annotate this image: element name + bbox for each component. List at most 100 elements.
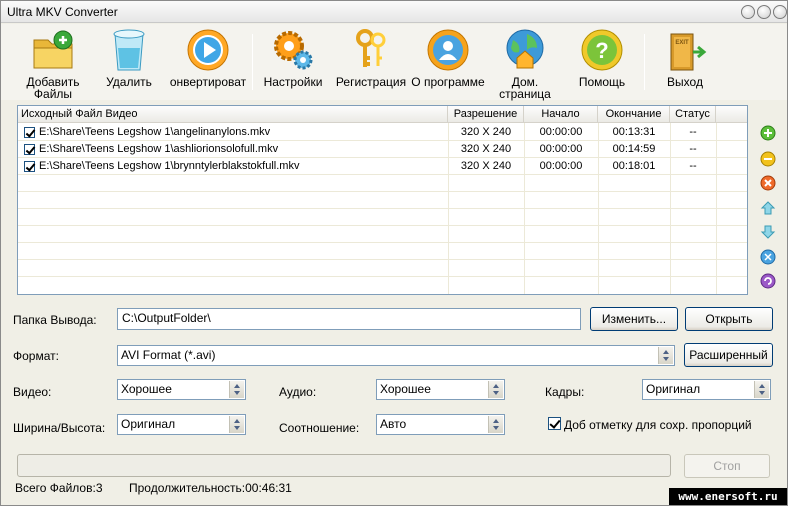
row-start: 00:00:00 [539,143,583,155]
delete-button[interactable]: Удалить [101,28,157,98]
row-resolution: 320 X 240 [460,143,512,155]
change-folder-button[interactable]: Изменить... [590,307,678,331]
exit-door-icon: EXIT [670,33,707,71]
row-end: 00:18:01 [612,160,656,172]
table-row[interactable]: E:\Share\Teens Legshow 1\brynntylerblaks… [18,158,747,175]
ratio-select[interactable]: Авто [376,414,505,435]
dropdown-arrow-icon[interactable] [229,416,244,433]
column-header-end[interactable]: Окончание [598,106,670,123]
minimize-button[interactable] [741,5,755,19]
convert-button[interactable]: онвертироват [167,28,249,98]
user-badge-icon [427,29,469,71]
advanced-button[interactable]: Расширенный [684,343,773,367]
file-list-header: Исходный Файл Видео Разрешение Начало Ок… [18,106,747,123]
move-up-icon[interactable] [760,200,776,216]
merge-icon[interactable] [760,273,776,289]
frames-value: Оригинал [646,382,701,396]
dropdown-arrow-icon[interactable] [754,381,769,398]
keep-ratio-label: Доб отметку для сохр. пропорций [564,418,752,432]
ratio-label: Соотношение: [279,421,360,435]
toolbar-separator [644,34,645,90]
row-status: -- [689,126,697,138]
register-label: Регистрация [335,75,407,89]
row-status: -- [689,143,697,155]
add-files-button[interactable]: Добавить Файлы [21,28,85,101]
row-resolution: 320 X 240 [460,126,512,138]
register-button[interactable]: Регистрация [333,28,409,98]
ratio-value: Авто [380,417,407,431]
row-end: 00:14:59 [612,143,656,155]
frames-select[interactable]: Оригинал [642,379,771,400]
row-start: 00:00:00 [539,160,583,172]
dropdown-arrow-icon[interactable] [488,416,503,433]
open-folder-button[interactable]: Открыть [685,307,773,331]
video-quality-value: Хорошее [121,382,172,396]
add-files-label: Добавить Файлы [26,75,80,101]
close-button[interactable] [773,5,787,19]
trash-bin-icon [113,29,145,71]
keep-ratio-checkbox[interactable] [548,417,561,430]
exit-label: Выход [667,75,703,89]
toolbar: Добавить Файлы Удалить онвертироват Наст… [1,24,787,100]
help-button[interactable]: ? Помощь [575,28,629,98]
row-file: E:\Share\Teens Legshow 1\angelinanylons.… [39,126,271,138]
help-label: Помощь [578,75,626,89]
audio-quality-select[interactable]: Хорошее [376,379,505,400]
video-quality-select[interactable]: Хорошее [117,379,246,400]
settings-button[interactable]: Настройки [261,28,325,98]
table-row[interactable]: E:\Share\Teens Legshow 1\ashliorionsolof… [18,141,747,158]
clear-list-icon[interactable] [760,175,776,191]
column-header-start[interactable]: Начало [524,106,598,123]
exit-sign-text: EXIT [675,40,689,46]
add-folder-icon [33,30,73,69]
app-window: Ultra MKV Converter Добавить Файлы Удали… [0,0,788,506]
grid-line [18,242,747,243]
total-files-status: Всего Файлов:3 [15,481,103,495]
file-list[interactable]: Исходный Файл Видео Разрешение Начало Ок… [17,105,748,295]
column-header-resolution[interactable]: Разрешение [448,106,524,123]
format-label: Формат: [13,349,59,363]
row-checkbox[interactable] [24,144,35,155]
video-label: Видео: [13,385,52,399]
gears-icon [274,31,313,70]
play-icon [187,29,229,71]
size-label: Ширина/Высота: [13,421,106,435]
grid-line [18,225,747,226]
conversion-progress-bar [17,454,671,477]
audio-quality-value: Хорошее [380,382,431,396]
stop-button[interactable]: Стоп [684,454,770,478]
row-checkbox[interactable] [24,127,35,138]
size-value: Оригинал [121,417,176,431]
convert-label: онвертироват [169,75,247,89]
exit-button[interactable]: EXIT Выход [657,28,713,98]
maximize-button[interactable] [757,5,771,19]
column-header-source[interactable]: Исходный Файл Видео [18,106,448,123]
output-folder-input[interactable]: C:\OutputFolder\ [117,308,581,330]
keys-icon [356,29,386,67]
row-resolution: 320 X 240 [460,160,512,172]
grid-line [18,208,747,209]
cut-icon[interactable] [760,249,776,265]
grid-line [18,259,747,260]
move-down-icon[interactable] [760,224,776,240]
homepage-button[interactable]: Дом. страница [497,28,553,100]
format-value: AVI Format (*.avi) [121,348,216,362]
add-item-icon[interactable] [760,125,776,141]
size-select[interactable]: Оригинал [117,414,246,435]
dropdown-arrow-icon[interactable] [488,381,503,398]
column-header-status[interactable]: Статус [670,106,716,123]
row-start: 00:00:00 [539,126,583,138]
about-button[interactable]: О программе [409,28,487,98]
dropdown-arrow-icon[interactable] [229,381,244,398]
grid-line [18,191,747,192]
toolbar-separator [252,34,253,90]
watermark: www.enersoft.ru [669,488,787,505]
row-checkbox[interactable] [24,161,35,172]
row-status: -- [689,160,697,172]
table-row[interactable]: E:\Share\Teens Legshow 1\angelinanylons.… [18,124,747,141]
dropdown-arrow-icon[interactable] [658,347,673,364]
row-end: 00:13:31 [612,126,656,138]
format-select[interactable]: AVI Format (*.avi) [117,345,675,366]
title-bar[interactable]: Ultra MKV Converter [1,1,787,23]
remove-item-icon[interactable] [760,151,776,167]
